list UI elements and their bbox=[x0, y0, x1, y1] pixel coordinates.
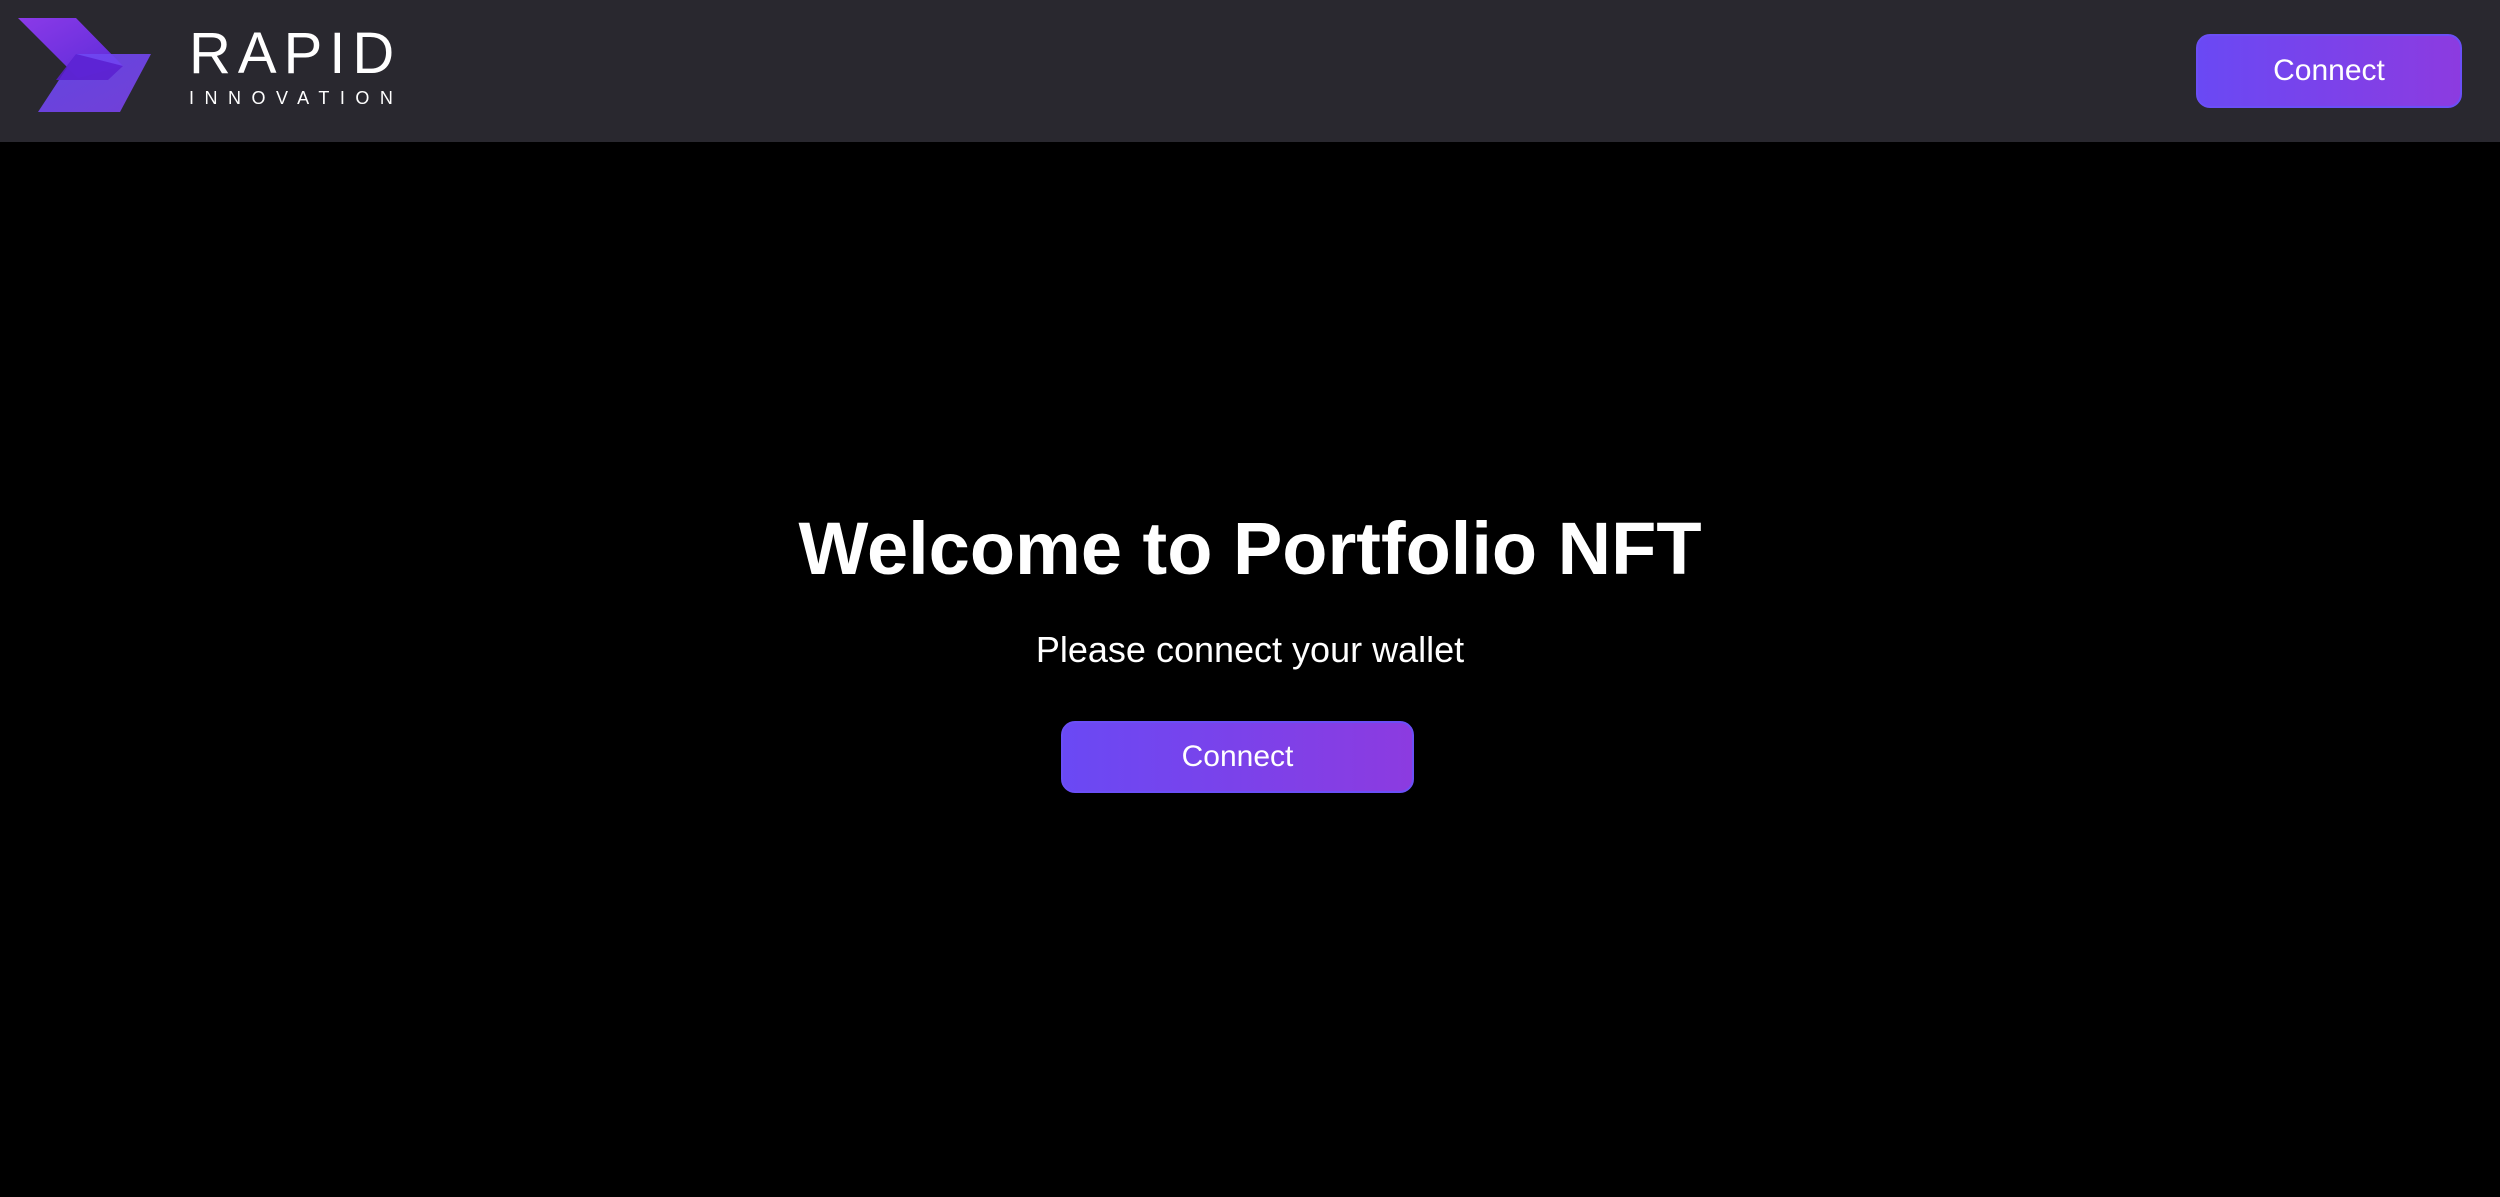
connect-wallet-button[interactable]: Connect bbox=[1061, 721, 1414, 793]
page-subtitle: Please connect your wallet bbox=[1035, 629, 1465, 670]
top-header: RAPID INNOVATION Connect bbox=[0, 0, 2500, 142]
welcome-section: Welcome to Portfolio NFT Please connect … bbox=[0, 142, 2500, 1197]
logo-title: RAPID bbox=[189, 21, 402, 86]
page-title: Welcome to Portfolio NFT bbox=[798, 507, 1702, 590]
rapid-innovation-logo-icon bbox=[18, 18, 151, 112]
header-connect-button[interactable]: Connect bbox=[2196, 34, 2462, 108]
logo-text: RAPID INNOVATION bbox=[189, 21, 404, 109]
logo-subtitle: INNOVATION bbox=[189, 88, 404, 108]
brand-logo[interactable]: RAPID INNOVATION bbox=[18, 18, 403, 118]
